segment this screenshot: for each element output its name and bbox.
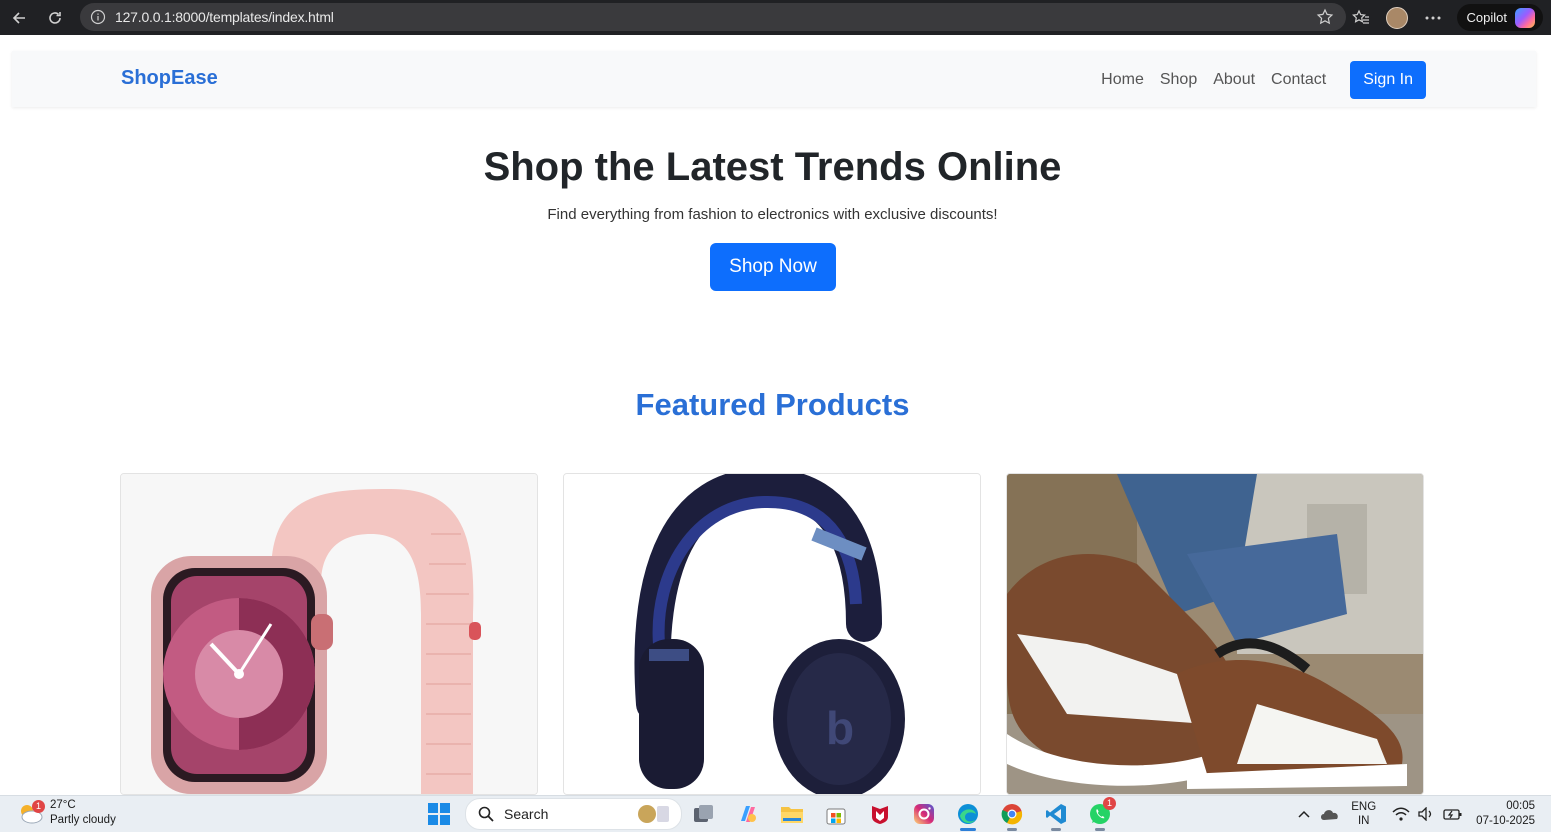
svg-text:b: b [826, 702, 854, 754]
volume-icon[interactable] [1414, 807, 1440, 821]
weather-badge: 1 [32, 800, 45, 813]
shop-now-button[interactable]: Shop Now [710, 243, 836, 291]
file-explorer-icon[interactable] [770, 799, 814, 829]
battery-icon[interactable] [1440, 807, 1466, 821]
nav-links: Home Shop About Contact Sign In [1101, 61, 1426, 99]
windows-start-icon[interactable] [424, 799, 454, 829]
brand-logo[interactable]: ShopEase [121, 67, 218, 90]
mcafee-icon[interactable] [858, 799, 902, 829]
featured-products-heading: Featured Products [635, 387, 910, 422]
browser-toolbar: 127.0.0.1:8000/templates/index.html Copi… [0, 0, 1551, 35]
hero-subtitle: Find everything from fashion to electron… [547, 206, 998, 223]
instagram-icon[interactable] [902, 799, 946, 829]
sign-in-button[interactable]: Sign In [1350, 61, 1426, 99]
copilot-button[interactable]: Copilot [1456, 4, 1543, 31]
partly-cloudy-icon: 1 [18, 800, 45, 824]
search-highlight-icon [638, 805, 669, 823]
copilot-logo-icon [1515, 7, 1535, 28]
pink-smartwatch-image [121, 474, 537, 794]
nav-link-contact[interactable]: Contact [1271, 71, 1326, 89]
microsoft-store-icon[interactable] [814, 799, 858, 829]
reload-icon[interactable] [42, 5, 68, 31]
product-card-headphones[interactable]: b [563, 473, 981, 795]
show-hidden-icons-chevron-icon[interactable] [1291, 810, 1317, 818]
favorite-star-icon[interactable] [1316, 8, 1334, 31]
copilot-label: Copilot [1466, 10, 1507, 25]
page-viewport: ShopEase Home Shop About Contact Sign In… [0, 35, 1551, 795]
weather-widget[interactable]: 1 27°C Partly cloudy [18, 798, 116, 828]
favorites-icon[interactable] [1343, 0, 1379, 35]
back-arrow-icon[interactable] [6, 5, 32, 31]
whatsapp-badge: 1 [1103, 797, 1116, 810]
whatsapp-icon[interactable]: 1 [1078, 797, 1122, 831]
onedrive-icon[interactable] [1317, 807, 1343, 821]
product-card-sneakers[interactable] [1006, 473, 1424, 795]
url-text: 127.0.0.1:8000/templates/index.html [115, 9, 334, 25]
nav-link-home[interactable]: Home [1101, 71, 1144, 89]
clock-date: 07-10-2025 [1476, 815, 1535, 827]
taskbar-search[interactable]: Search [465, 798, 682, 830]
taskbar-clock[interactable]: 00:05 07-10-2025 [1476, 799, 1535, 829]
profile-avatar[interactable] [1379, 0, 1415, 35]
weather-temp: 27°C [50, 799, 76, 811]
search-label: Search [504, 806, 549, 822]
language-indicator[interactable]: ENG IN [1351, 800, 1376, 828]
copilot-app-icon[interactable] [726, 799, 770, 829]
more-menu-icon[interactable] [1415, 0, 1451, 35]
hero-title: Shop the Latest Trends Online [483, 145, 1062, 189]
nav-link-about[interactable]: About [1213, 71, 1255, 89]
sneakers-image [1007, 474, 1423, 794]
nav-link-shop[interactable]: Shop [1160, 71, 1197, 89]
os-taskbar: 1 27°C Partly cloudy Search 1 ENG IN 00:… [0, 795, 1551, 832]
vscode-icon[interactable] [1034, 799, 1078, 831]
search-icon [478, 806, 494, 822]
weather-desc: Partly cloudy [50, 814, 116, 826]
wifi-icon[interactable] [1388, 807, 1414, 821]
product-card-watch[interactable] [120, 473, 538, 795]
navy-headphones-image: b [564, 474, 980, 794]
chrome-icon[interactable] [990, 799, 1034, 831]
site-navbar: ShopEase Home Shop About Contact Sign In [12, 51, 1536, 107]
site-info-icon[interactable] [90, 9, 106, 25]
address-bar[interactable]: 127.0.0.1:8000/templates/index.html [80, 3, 1346, 31]
edge-browser-icon[interactable] [946, 799, 990, 831]
clock-time: 00:05 [1506, 800, 1535, 812]
language-region: IN [1357, 815, 1370, 827]
task-view-icon[interactable] [682, 799, 726, 829]
system-tray: ENG IN 00:05 07-10-2025 [1291, 796, 1551, 832]
language-code: ENG [1351, 801, 1377, 813]
